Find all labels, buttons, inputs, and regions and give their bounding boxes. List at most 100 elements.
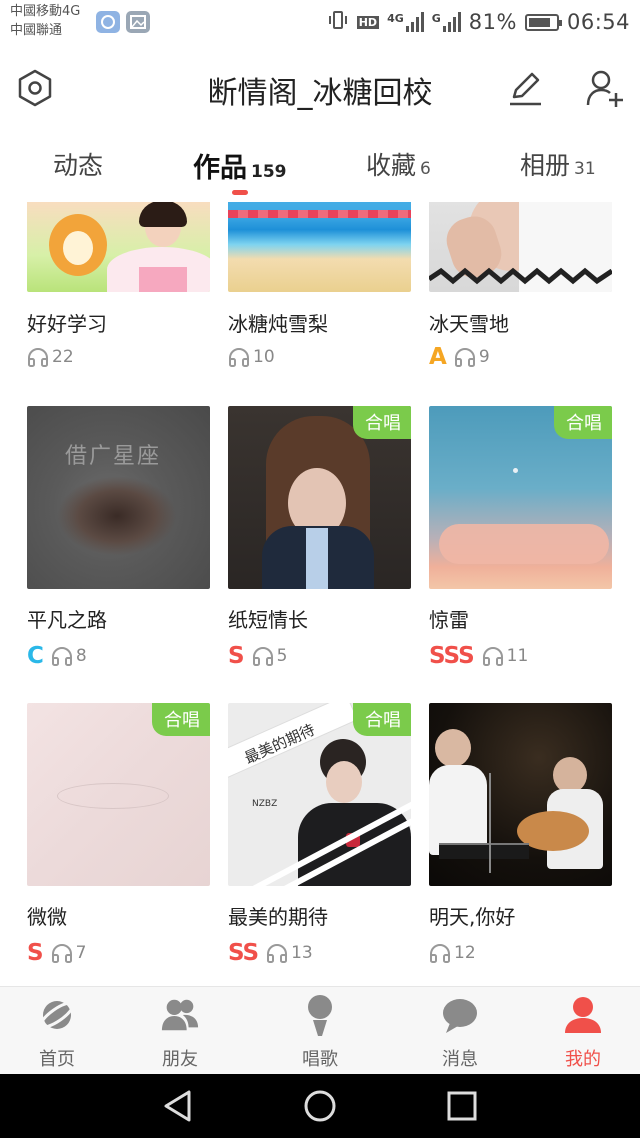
- profile-tabs: 动态 作品 159 收藏 6 相册 31: [0, 140, 640, 198]
- work-cover: [429, 202, 612, 292]
- work-title: 最美的期待: [228, 905, 328, 929]
- work-item[interactable]: 冰天雪地 A 9: [429, 202, 612, 382]
- nav-label: 朋友: [162, 1049, 198, 1070]
- microphone-icon: [300, 995, 340, 1036]
- play-count: 7: [51, 943, 87, 963]
- work-meta: A 9: [429, 344, 490, 370]
- work-meta: 12: [429, 941, 476, 965]
- network-type-1: 4G: [387, 12, 404, 25]
- work-title: 惊雷: [429, 608, 469, 632]
- edit-pencil-icon[interactable]: [505, 68, 545, 108]
- work-meta: SS 13: [228, 940, 313, 966]
- work-title: 纸短情长: [228, 608, 308, 632]
- work-title: 冰糖炖雪梨: [228, 312, 328, 336]
- hd-badge: HD: [356, 15, 380, 29]
- page-title: 断情阁_冰糖回校: [207, 76, 433, 111]
- nav-label: 我的: [565, 1049, 601, 1070]
- work-meta: 22: [27, 345, 74, 369]
- work-item[interactable]: 合唱 惊雷 SSS 11: [429, 406, 612, 676]
- play-count-value: 11: [506, 646, 529, 666]
- signal-icon-1: [405, 12, 424, 32]
- network-type-2: G: [431, 12, 441, 25]
- works-grid: 好好学习 22 冰糖炖雪梨 10 冰天雪地 A 9 借广星座 平凡之路 C 8 …: [0, 202, 640, 986]
- work-item[interactable]: 最美的期待 NZBZ 合唱 最美的期待 SS 13: [228, 703, 411, 973]
- active-tab-indicator: [232, 190, 248, 195]
- nav-label: 首页: [39, 1049, 75, 1070]
- work-cover: [27, 202, 210, 292]
- work-item[interactable]: 冰糖炖雪梨 10: [228, 202, 411, 382]
- score-grade: SSS: [429, 643, 475, 669]
- battery-percent: 81%: [468, 10, 517, 34]
- tab-count: 31: [574, 159, 596, 179]
- play-count: 8: [51, 646, 87, 666]
- cover-text: 借广星座: [65, 444, 162, 469]
- tab-favorites[interactable]: 收藏 6: [366, 146, 431, 196]
- battery-icon: [524, 13, 562, 31]
- profile-header: 断情阁_冰糖回校: [0, 50, 640, 130]
- headphones-icon: [430, 944, 450, 963]
- nav-sing[interactable]: 唱歌: [265, 987, 375, 1075]
- friends-icon: [160, 995, 200, 1035]
- nav-me[interactable]: 我的: [528, 987, 638, 1075]
- play-count: 10: [228, 347, 275, 367]
- nav-label: 唱歌: [302, 1049, 338, 1070]
- tab-label: 动态: [53, 151, 104, 180]
- play-count-value: 9: [478, 347, 490, 367]
- work-item[interactable]: 合唱 纸短情长 S 5: [228, 406, 411, 676]
- duet-badge: 合唱: [152, 703, 210, 736]
- add-friend-icon[interactable]: [585, 68, 625, 108]
- work-meta: S 7: [27, 940, 87, 966]
- tab-count: 159: [251, 162, 287, 182]
- nav-friends[interactable]: 朋友: [125, 987, 235, 1075]
- message-bubble-icon: [440, 995, 480, 1035]
- carrier-secondary: 中國聯通: [10, 23, 63, 38]
- headphones-icon: [51, 647, 72, 666]
- duet-badge: 合唱: [353, 703, 411, 736]
- work-cover: 合唱: [27, 703, 210, 886]
- headphones-icon: [28, 348, 48, 367]
- work-title: 微微: [27, 905, 67, 929]
- user-icon: [563, 995, 603, 1035]
- system-navigation-bar: [0, 1074, 640, 1138]
- work-cover: 最美的期待 NZBZ 合唱: [228, 703, 411, 886]
- tab-dynamic[interactable]: 动态: [53, 146, 107, 196]
- bottom-navigation: 首页 朋友 唱歌 消息 我的: [0, 986, 640, 1075]
- play-count-value: 10: [253, 347, 275, 367]
- work-meta: S 5: [228, 643, 288, 669]
- play-count-value: 7: [75, 943, 87, 963]
- back-icon[interactable]: [160, 1088, 196, 1124]
- vibrate-icon: [327, 9, 349, 35]
- duet-badge: 合唱: [353, 406, 411, 439]
- play-count-value: 22: [52, 347, 74, 367]
- work-item[interactable]: 明天,你好 12: [429, 703, 612, 973]
- score-grade: S: [228, 643, 245, 669]
- headphones-icon: [267, 944, 288, 963]
- nav-messages[interactable]: 消息: [405, 987, 515, 1075]
- headphones-icon: [252, 647, 273, 666]
- clock: 06:54: [566, 10, 630, 34]
- work-item[interactable]: 好好学习 22: [27, 202, 210, 382]
- settings-hexagon-icon[interactable]: [15, 68, 55, 108]
- nav-label: 消息: [442, 1049, 478, 1070]
- work-item[interactable]: 合唱 微微 S 7: [27, 703, 210, 973]
- duet-badge: 合唱: [554, 406, 612, 439]
- play-count: 12: [429, 943, 476, 963]
- carrier-primary: 中國移動4G: [10, 4, 81, 19]
- cover-tag: NZBZ: [252, 799, 278, 809]
- work-title: 好好学习: [27, 312, 107, 336]
- work-cover: [429, 703, 612, 886]
- tab-works[interactable]: 作品 159: [193, 146, 287, 196]
- score-grade: A: [429, 344, 447, 370]
- score-grade: SS: [228, 940, 259, 966]
- work-meta: C 8: [27, 643, 87, 669]
- play-count: 5: [252, 646, 288, 666]
- home-icon[interactable]: [302, 1088, 338, 1124]
- play-count-value: 5: [276, 646, 288, 666]
- nav-home[interactable]: 首页: [2, 987, 112, 1075]
- work-title: 明天,你好: [429, 905, 516, 929]
- recents-icon[interactable]: [444, 1088, 480, 1124]
- tab-album[interactable]: 相册 31: [520, 146, 596, 196]
- play-count-value: 12: [454, 943, 476, 963]
- work-meta: SSS 11: [429, 643, 529, 669]
- work-item[interactable]: 借广星座 平凡之路 C 8: [27, 406, 210, 676]
